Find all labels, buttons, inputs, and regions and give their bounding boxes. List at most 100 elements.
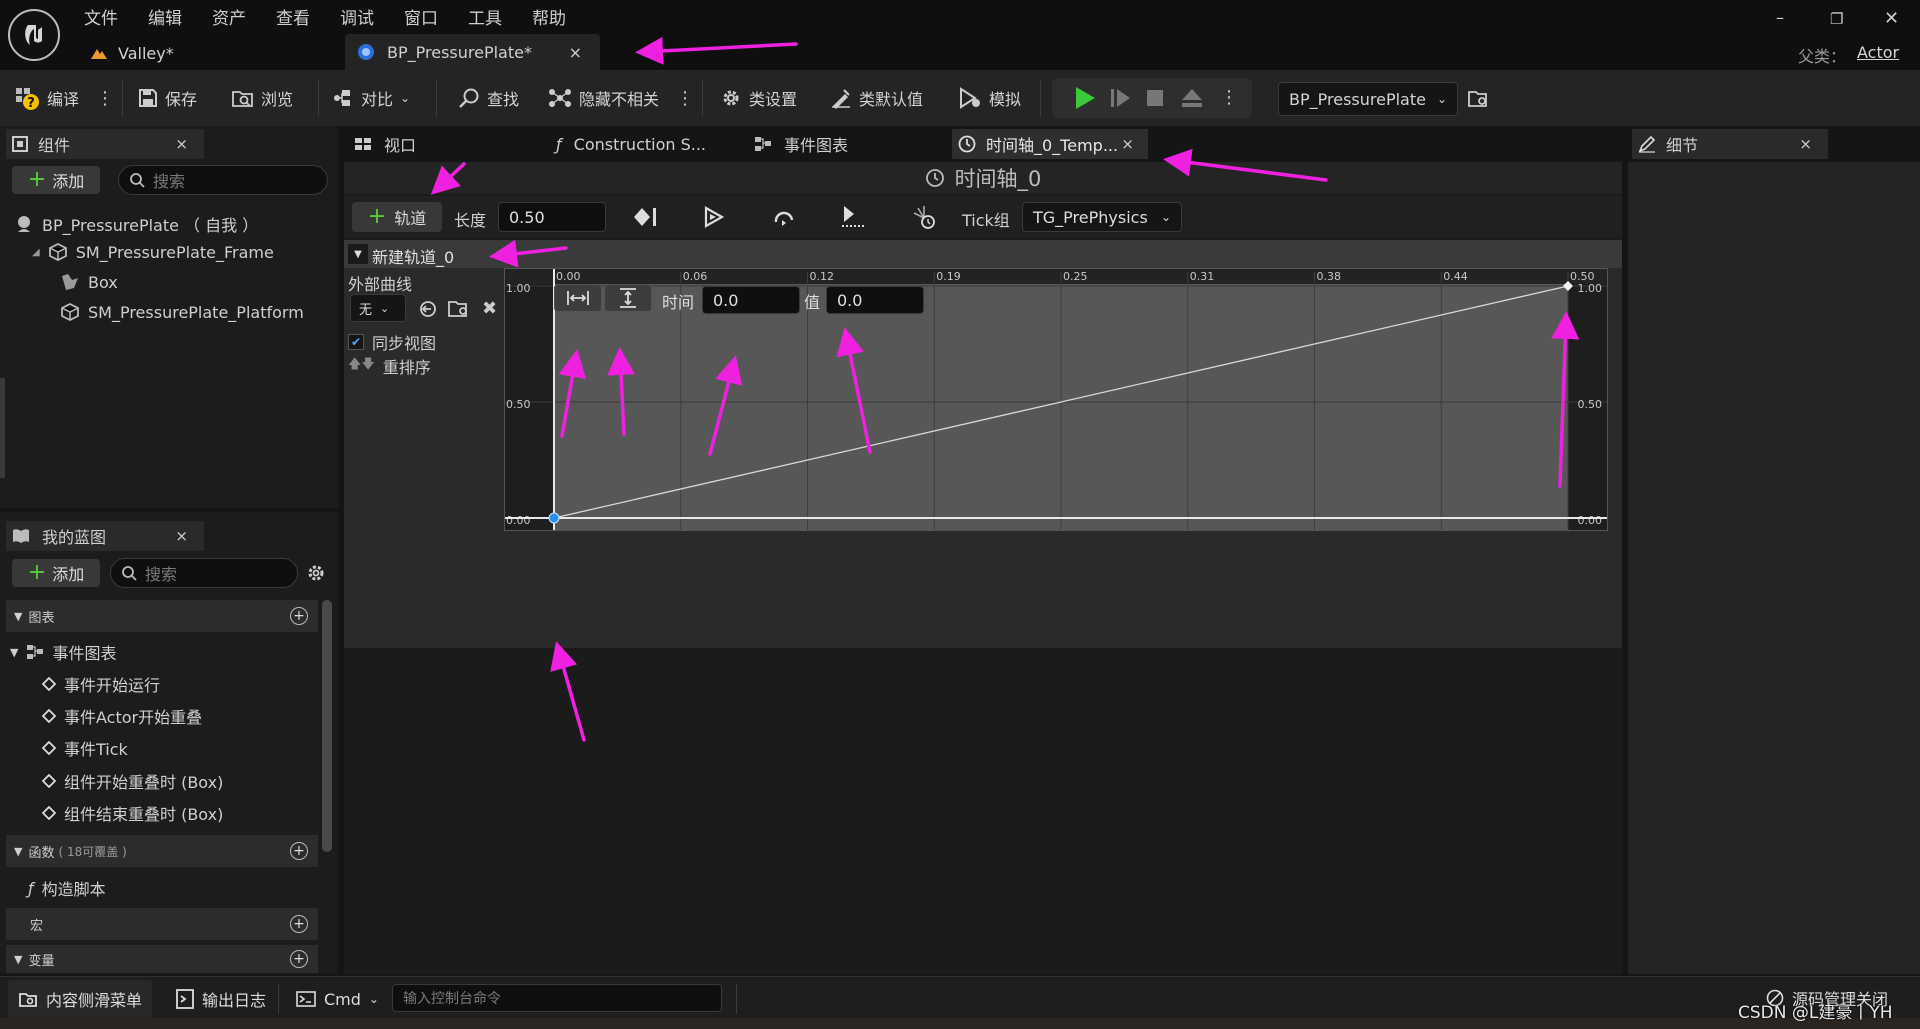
add-graph-icon[interactable]: + [290, 607, 308, 625]
use-last-keyframe-icon[interactable] [632, 206, 658, 228]
length-input[interactable]: 0.50 [498, 202, 606, 232]
unreal-logo-icon[interactable] [8, 9, 60, 61]
close-tab-icon[interactable]: × [1121, 135, 1134, 153]
menu-tools[interactable]: 工具 [468, 4, 502, 29]
external-curve-dropdown[interactable]: 无 ⌄ [350, 294, 406, 322]
cmd-dropdown[interactable]: Cmd ⌄ [290, 980, 385, 1018]
add-variable-icon[interactable]: + [290, 950, 308, 968]
event-item[interactable]: 组件结束重叠时 (Box) [42, 801, 223, 825]
output-log-button[interactable]: 输出日志 [166, 980, 276, 1018]
close-tab-icon[interactable]: × [569, 43, 582, 62]
tree-item-self[interactable]: BP_PressurePlate （ 自我 ） [14, 212, 258, 236]
variables-category[interactable]: ▼ 变量 + [6, 945, 318, 973]
tree-item-frame[interactable]: ◢ SM_PressurePlate_Frame [32, 242, 274, 262]
console-input[interactable]: 输入控制台命令 [392, 984, 722, 1012]
event-item[interactable]: 组件开始重叠时 (Box) [42, 769, 223, 793]
curve-graph[interactable]: 0.00 0.06 0.12 0.19 0.25 0.31 0.38 0.44 0.50 1.00… [504, 268, 1622, 648]
restore-icon[interactable]: ❐ [1830, 10, 1843, 28]
close-panel-icon[interactable]: × [1799, 135, 1812, 153]
graphs-category[interactable]: ▼ 图表 + [6, 600, 318, 632]
save-button[interactable]: 保存 [138, 70, 197, 126]
expand-arrow-icon[interactable]: ◢ [32, 247, 40, 258]
browse-curve-icon[interactable] [448, 298, 470, 318]
eject-icon[interactable] [1180, 88, 1204, 108]
menu-asset[interactable]: 资产 [212, 4, 246, 29]
blueprint-add-button[interactable]: + 添加 [12, 559, 100, 587]
autoplay-icon[interactable] [702, 206, 726, 228]
components-tab[interactable]: 组件 × [6, 129, 204, 159]
functions-category[interactable]: ▼ 函数 ( 18可覆盖 ) + [6, 835, 318, 867]
diff-button[interactable]: 对比 ⌄ [332, 70, 410, 126]
play-options-icon[interactable]: ⋮ [1220, 87, 1238, 108]
tree-item-box[interactable]: Box [60, 272, 118, 292]
menu-help[interactable]: 帮助 [532, 4, 566, 29]
tick-group-dropdown[interactable]: TG_PrePhysics ⌄ [1022, 202, 1182, 232]
class-defaults-button[interactable]: 类默认值 [830, 70, 923, 126]
menu-edit[interactable]: 编辑 [148, 4, 182, 29]
tab-event-graph[interactable]: 事件图表 [754, 129, 934, 159]
blueprint-search-input[interactable]: 搜索 [110, 558, 298, 588]
replicated-icon[interactable] [840, 204, 868, 230]
tree-item-platform[interactable]: SM_PressurePlate_Platform [60, 302, 304, 322]
close-panel-icon[interactable]: × [175, 527, 188, 545]
find-button[interactable]: 查找 [458, 70, 519, 126]
debug-object-dropdown[interactable]: BP_PressurePlate ⌄ [1278, 82, 1458, 116]
zoom-to-fit-vertical-button[interactable] [604, 284, 652, 312]
track-name[interactable]: 新建轨道_0 [372, 244, 454, 268]
add-function-icon[interactable]: + [290, 842, 308, 860]
parent-class-link[interactable]: Actor [1857, 43, 1899, 62]
construction-script-item[interactable]: ƒ 构造脚本 [28, 876, 106, 900]
tab-construction-script[interactable]: ƒ Construction S... [556, 129, 736, 159]
menu-debug[interactable]: 调试 [340, 4, 374, 29]
clear-curve-icon[interactable]: ✖ [482, 298, 497, 319]
simulate-button[interactable]: 模拟 [958, 70, 1021, 126]
menu-window[interactable]: 窗口 [404, 4, 438, 29]
blueprint-scrollbar[interactable] [322, 600, 332, 852]
zoom-to-fit-horizontal-button[interactable] [554, 284, 602, 312]
debug-browse-icon[interactable] [1468, 88, 1490, 108]
settings-gear-icon[interactable] [306, 563, 326, 583]
key-value-input[interactable]: 0.0 [826, 286, 924, 314]
event-item[interactable]: 事件Tick [42, 736, 128, 760]
compile-button[interactable]: ? 编译 [14, 70, 79, 126]
doc-tab-valley[interactable]: Valley* [90, 38, 340, 68]
close-panel-icon[interactable]: × [175, 135, 188, 153]
close-window-icon[interactable]: ✕ [1884, 8, 1899, 29]
menu-view[interactable]: 查看 [276, 4, 310, 29]
stop-icon[interactable] [1146, 89, 1164, 107]
add-track-button[interactable]: + 轨道 [352, 202, 442, 232]
menu-file[interactable]: 文件 [84, 4, 118, 29]
tab-viewport[interactable]: 视口 [348, 129, 538, 159]
panel-resize-handle[interactable] [0, 378, 5, 478]
hide-unrelated-options-icon[interactable]: ⋮ [676, 88, 694, 109]
event-item[interactable]: 事件开始运行 [42, 672, 160, 696]
key-time-input[interactable]: 0.0 [702, 286, 800, 314]
checkbox-checked-icon[interactable]: ✔ [348, 334, 364, 350]
doc-tab-bp-pressureplate[interactable]: BP_PressurePlate* × [345, 34, 600, 70]
hide-unrelated-button[interactable]: 隐藏不相关 [548, 70, 659, 126]
class-settings-button[interactable]: 类设置 [720, 70, 797, 126]
sync-view-checkbox[interactable]: ✔ 同步视图 [348, 330, 436, 354]
macros-category[interactable]: 宏 + [6, 908, 318, 940]
minimize-icon[interactable]: – [1776, 8, 1784, 27]
details-tab[interactable]: 细节 × [1632, 129, 1828, 159]
add-macro-icon[interactable]: + [290, 915, 308, 933]
components-add-button[interactable]: + 添加 [12, 166, 100, 194]
track-collapse-icon[interactable]: ▼ [348, 244, 368, 264]
step-icon[interactable] [1110, 88, 1132, 108]
loop-icon[interactable] [770, 206, 798, 228]
browse-button[interactable]: 浏览 [232, 70, 293, 126]
event-graph-item[interactable]: ▼ 事件图表 [10, 640, 116, 664]
reorder-arrows-icon[interactable]: 🡅🡇 [348, 355, 375, 377]
compile-options-icon[interactable]: ⋮ [96, 88, 114, 109]
bottom-strip [0, 1018, 1920, 1029]
track-header[interactable] [344, 240, 1622, 268]
play-icon[interactable] [1074, 86, 1096, 110]
content-drawer-button[interactable]: 内容侧滑菜单 [8, 980, 153, 1018]
components-search-input[interactable]: 搜索 [118, 165, 328, 195]
event-item[interactable]: 事件Actor开始重叠 [42, 704, 202, 728]
ignore-time-dilation-icon[interactable] [910, 204, 938, 230]
my-blueprint-tab[interactable]: 我的蓝图 × [6, 521, 204, 551]
use-selected-curve-icon[interactable] [418, 300, 438, 318]
tab-timeline[interactable]: 时间轴_0_Temp... × [952, 129, 1148, 159]
